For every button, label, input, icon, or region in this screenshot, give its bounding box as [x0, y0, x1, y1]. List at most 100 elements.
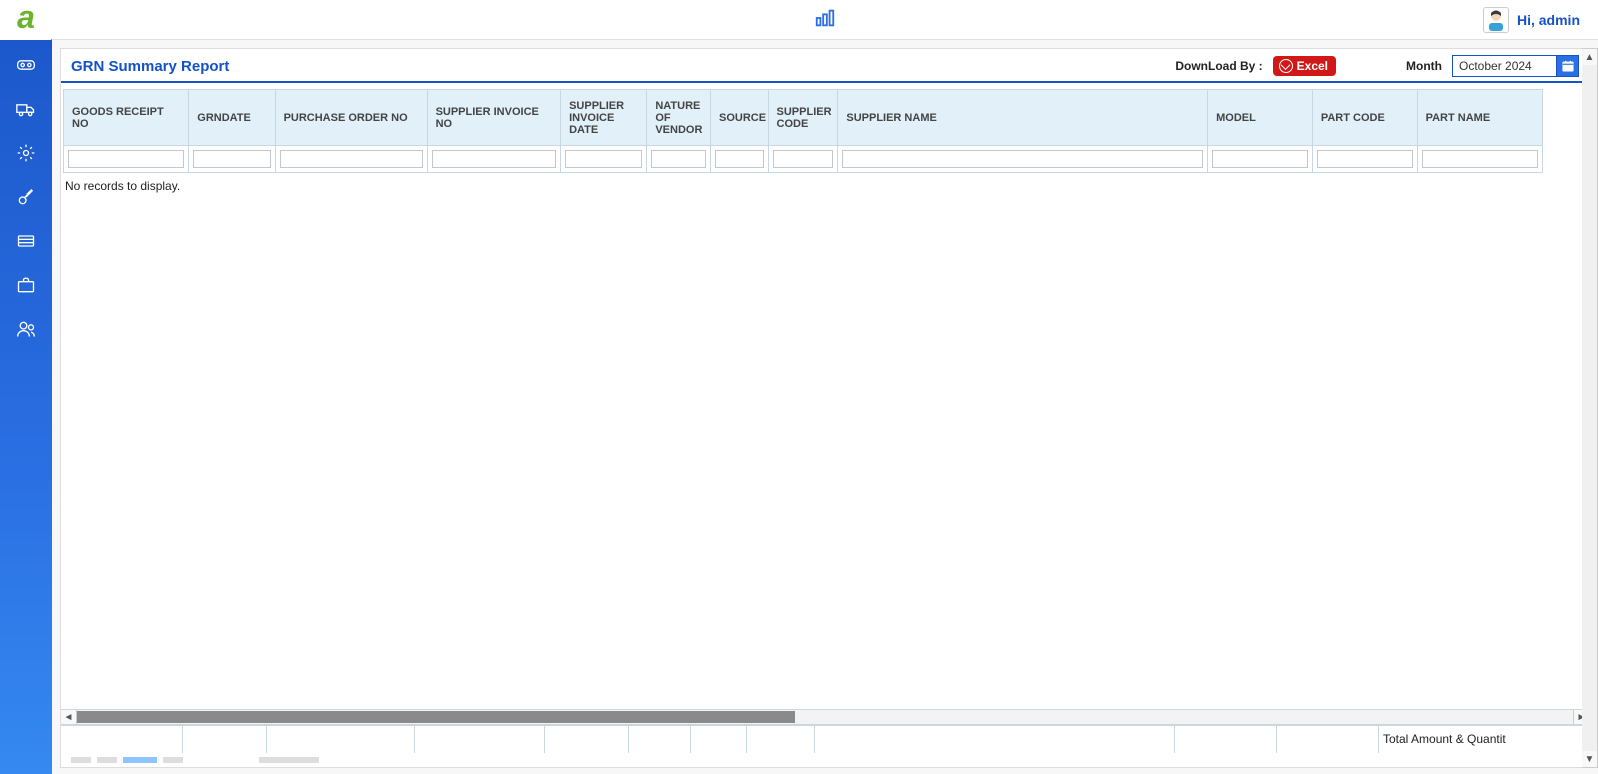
footer-cell: [415, 726, 545, 753]
column-header[interactable]: PART CODE: [1312, 90, 1417, 146]
column-header[interactable]: PART NAME: [1417, 90, 1542, 146]
footer-cell: [815, 726, 1175, 753]
chart-icon[interactable]: [808, 3, 842, 36]
filter-input[interactable]: [193, 150, 270, 168]
filter-input[interactable]: [842, 150, 1203, 168]
column-header[interactable]: SUPPLIER INVOICE DATE: [561, 90, 647, 146]
filter-cell: [561, 146, 647, 173]
filter-input[interactable]: [651, 150, 706, 168]
column-header[interactable]: GRNDATE: [189, 90, 275, 146]
sidebar: a: [0, 0, 52, 774]
avatar[interactable]: [1483, 7, 1509, 33]
sidebar-nav: [15, 54, 37, 340]
excel-button[interactable]: Excel: [1273, 56, 1336, 76]
filter-input[interactable]: [773, 150, 834, 168]
filter-input[interactable]: [565, 150, 642, 168]
topbar-center: [808, 3, 842, 36]
month-picker: [1452, 55, 1579, 77]
main: GRN Summary Report DownLoad By : Excel M…: [52, 40, 1598, 774]
pagination[interactable]: [61, 753, 1589, 767]
footer-cell: [629, 726, 691, 753]
filter-input[interactable]: [715, 150, 764, 168]
pager-first[interactable]: [71, 757, 91, 763]
logo-letter: a: [17, 1, 35, 33]
table-scroll: GOODS RECEIPT NOGRNDATEPURCHASE ORDER NO…: [61, 89, 1589, 199]
users-icon[interactable]: [15, 318, 37, 340]
topbar: Hi, admin: [52, 0, 1598, 40]
filter-cell: [1417, 146, 1542, 173]
filter-input[interactable]: [1317, 150, 1413, 168]
scroll-up-icon[interactable]: ▲: [1582, 49, 1597, 65]
footer-cell: [183, 726, 267, 753]
panel-header: GRN Summary Report DownLoad By : Excel M…: [61, 49, 1589, 83]
filter-cell: [64, 146, 189, 173]
column-header[interactable]: NATURE OF VENDOR: [647, 90, 711, 146]
footer-cell: [267, 726, 415, 753]
scroll-thumb[interactable]: [77, 711, 795, 723]
vr-icon[interactable]: [15, 54, 37, 76]
scroll-left-icon[interactable]: ◄: [61, 710, 77, 724]
filter-input[interactable]: [432, 150, 557, 168]
footer-cell: [1277, 726, 1379, 753]
topbar-right: Hi, admin: [1483, 7, 1598, 33]
table-footer-row: Total Amount & Quantit: [61, 725, 1589, 753]
briefcase-icon[interactable]: [15, 274, 37, 296]
download-icon: [1279, 59, 1293, 73]
pager-prev[interactable]: [97, 757, 117, 763]
footer-total-cell: Total Amount & Quantit: [1379, 726, 1589, 753]
footer-cell: [1175, 726, 1277, 753]
column-header[interactable]: PURCHASE ORDER NO: [275, 90, 427, 146]
filter-cell: [711, 146, 769, 173]
month-input[interactable]: [1452, 55, 1557, 77]
column-header[interactable]: SUPPLIER NAME: [838, 90, 1208, 146]
user-greeting[interactable]: Hi, admin: [1517, 12, 1580, 28]
footer-total-label: Total Amount & Quantit: [1379, 726, 1589, 746]
scroll-down-icon[interactable]: ▼: [1582, 751, 1597, 767]
filter-cell: [1312, 146, 1417, 173]
horizontal-scrollbar[interactable]: ◄ ►: [61, 709, 1589, 725]
filter-input[interactable]: [1422, 150, 1538, 168]
table-area: GOODS RECEIPT NOGRNDATEPURCHASE ORDER NO…: [61, 83, 1589, 767]
gear-icon[interactable]: [15, 142, 37, 164]
column-header[interactable]: SUPPLIER INVOICE NO: [427, 90, 561, 146]
page-title: GRN Summary Report: [71, 58, 229, 75]
report-panel: GRN Summary Report DownLoad By : Excel M…: [60, 48, 1590, 768]
table-filter-row: [64, 146, 1543, 173]
grn-table: GOODS RECEIPT NOGRNDATEPURCHASE ORDER NO…: [63, 89, 1543, 173]
pager-pagesize[interactable]: [259, 757, 319, 763]
pager-current[interactable]: [123, 757, 157, 763]
filter-input[interactable]: [280, 150, 423, 168]
truck-icon[interactable]: [15, 98, 37, 120]
column-header[interactable]: SUPPLIER CODE: [768, 90, 838, 146]
meteor-icon[interactable]: [15, 186, 37, 208]
card-icon[interactable]: [15, 230, 37, 252]
filter-cell: [427, 146, 561, 173]
filter-cell: [647, 146, 711, 173]
month-label: Month: [1406, 59, 1442, 73]
download-label: DownLoad By :: [1175, 59, 1262, 73]
logo: a: [0, 0, 52, 40]
no-records-message: No records to display.: [61, 173, 1589, 199]
column-header[interactable]: GOODS RECEIPT NO: [64, 90, 189, 146]
filter-cell: [768, 146, 838, 173]
calendar-button[interactable]: [1557, 55, 1579, 77]
column-header[interactable]: MODEL: [1208, 90, 1313, 146]
column-header[interactable]: SOURCE: [711, 90, 769, 146]
vscroll-track[interactable]: [1582, 65, 1597, 751]
footer-cell: [691, 726, 747, 753]
table-header-row: GOODS RECEIPT NOGRNDATEPURCHASE ORDER NO…: [64, 90, 1543, 146]
filter-cell: [838, 146, 1208, 173]
filter-cell: [275, 146, 427, 173]
filter-input[interactable]: [68, 150, 184, 168]
filter-input[interactable]: [1212, 150, 1308, 168]
footer-cell: [545, 726, 629, 753]
pager-next[interactable]: [163, 757, 183, 763]
filter-cell: [189, 146, 275, 173]
footer-cell: [61, 726, 183, 753]
scroll-track[interactable]: [77, 710, 1573, 724]
header-actions: DownLoad By : Excel Month: [1175, 55, 1579, 77]
filter-cell: [1208, 146, 1313, 173]
footer-cell: [747, 726, 815, 753]
vertical-scrollbar[interactable]: ▲ ▼: [1582, 48, 1598, 768]
excel-button-label: Excel: [1297, 59, 1328, 73]
